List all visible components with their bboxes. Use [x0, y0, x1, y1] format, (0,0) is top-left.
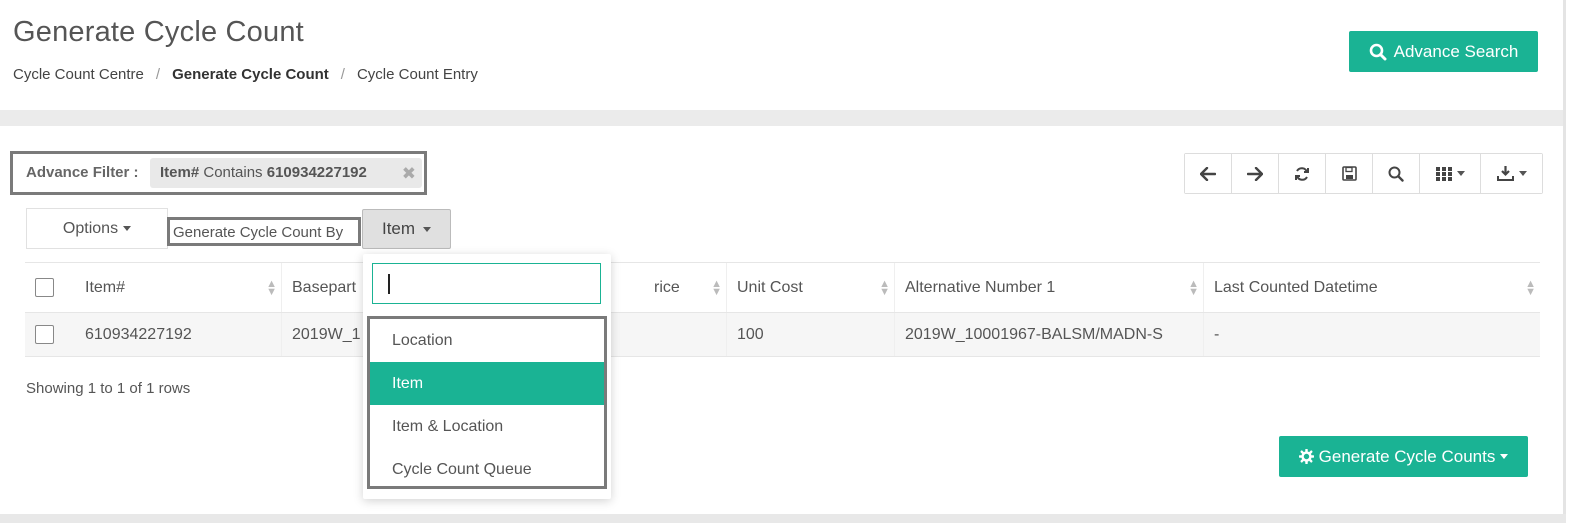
- options-dropdown-button[interactable]: Options: [26, 208, 168, 249]
- refresh-icon[interactable]: [1279, 154, 1326, 193]
- option-location[interactable]: Location: [370, 319, 604, 362]
- advance-filter-label: Advance Filter :: [26, 164, 139, 181]
- column-header-label: Item#: [85, 278, 126, 296]
- chevron-down-icon: [1500, 454, 1509, 459]
- cell-item: 610934227192: [73, 313, 282, 356]
- cycle-count-table: Item# ▲ ▼ Basepart rice ▲ ▼ Unit Cost ▲ ▼ Alte…: [25, 262, 1540, 357]
- generate-by-value: Item: [381, 219, 416, 238]
- row-checkbox[interactable]: [35, 325, 54, 344]
- breadcrumb-separator: /: [340, 66, 345, 83]
- page-header: Generate Cycle Count Cycle Count Centre …: [0, 0, 1566, 110]
- column-header-alternative-number[interactable]: Alternative Number 1 ▲ ▼: [895, 263, 1204, 312]
- arrow-right-icon[interactable]: [1232, 154, 1279, 193]
- dropdown-search-input[interactable]: [373, 264, 600, 303]
- cell-alternative-number: 2019W_10001967-BALSM/MADN-S: [895, 313, 1204, 356]
- chevron-down-icon: [1518, 171, 1527, 176]
- generate-cycle-counts-label: Generate Cycle Counts: [1318, 446, 1496, 466]
- breadcrumb-generate-cycle-count: Generate Cycle Count: [172, 66, 329, 83]
- columns-icon[interactable]: [1420, 154, 1481, 193]
- table-toolbar: [1184, 153, 1543, 194]
- sort-icon: ▲ ▼: [1188, 277, 1199, 298]
- option-cycle-count-queue[interactable]: Cycle Count Queue: [370, 448, 604, 491]
- table-row[interactable]: 610934227192 2019W_1 100 2019W_10001967-…: [25, 313, 1540, 357]
- breadcrumb-separator: /: [155, 66, 161, 83]
- search-icon[interactable]: [1373, 154, 1420, 193]
- column-header-label: Basepart: [292, 278, 357, 296]
- table-header-row: Item# ▲ ▼ Basepart rice ▲ ▼ Unit Cost ▲ ▼ Alte…: [25, 262, 1540, 313]
- column-header-label: Unit Cost: [737, 278, 803, 296]
- header-divider: [0, 110, 1566, 126]
- select-all-checkbox[interactable]: [35, 278, 54, 297]
- dropdown-search: [372, 263, 601, 304]
- sort-icon: ▲ ▼: [1525, 277, 1536, 298]
- scrollbar-track: [1563, 0, 1566, 523]
- advance-search-button[interactable]: Advance Search: [1349, 31, 1538, 72]
- filter-field: Item#: [160, 164, 200, 181]
- breadcrumb: Cycle Count Centre / Generate Cycle Coun…: [13, 66, 478, 83]
- page-bottom-border: [0, 514, 1566, 523]
- row-select-cell: [25, 313, 73, 356]
- sort-icon: ▲ ▼: [266, 277, 277, 298]
- cell-unit-cost: 100: [727, 313, 895, 356]
- filter-chip: Item# Contains 610934227192 ✖: [150, 158, 422, 188]
- gear-icon: [1298, 449, 1314, 464]
- sort-icon: ▲ ▼: [879, 277, 890, 298]
- column-header-item[interactable]: Item# ▲ ▼: [73, 263, 282, 312]
- cell-last-counted: -: [1214, 325, 1220, 343]
- options-label: Options: [62, 219, 119, 237]
- generate-cycle-counts-button[interactable]: Generate Cycle Counts: [1279, 436, 1528, 477]
- sort-icon: ▲ ▼: [711, 277, 722, 298]
- close-icon[interactable]: ✖: [402, 164, 416, 184]
- breadcrumb-cycle-count-centre[interactable]: Cycle Count Centre: [13, 66, 144, 83]
- select-all-cell: [25, 263, 73, 312]
- advance-search-label: Advance Search: [1393, 41, 1519, 61]
- arrow-left-icon[interactable]: [1185, 154, 1232, 193]
- chevron-down-icon: [1456, 171, 1465, 176]
- generate-by-select[interactable]: Item: [362, 209, 451, 249]
- option-item[interactable]: Item: [370, 362, 604, 405]
- breadcrumb-cycle-count-entry[interactable]: Cycle Count Entry: [357, 66, 478, 83]
- advance-filter-bar: Advance Filter : Item# Contains 61093422…: [10, 151, 427, 195]
- dropdown-options-list: Location Item Item & Location Cycle Coun…: [367, 316, 607, 489]
- chevron-down-icon: [423, 226, 432, 232]
- option-item-and-location[interactable]: Item & Location: [370, 405, 604, 448]
- column-header-label: Last Counted Datetime: [1214, 278, 1378, 296]
- page-title: Generate Cycle Count: [13, 16, 304, 48]
- filter-value: 610934227192: [266, 164, 367, 181]
- search-icon: [1369, 43, 1387, 60]
- column-header-last-counted[interactable]: Last Counted Datetime ▲ ▼: [1204, 263, 1540, 312]
- generate-by-dropdown-menu: Location Item Item & Location Cycle Coun…: [363, 254, 611, 499]
- text-cursor: [388, 274, 390, 294]
- column-header-label: rice: [654, 278, 680, 296]
- column-header-label: Alternative Number 1: [905, 278, 1056, 296]
- pagination-info: Showing 1 to 1 of 1 rows: [26, 380, 191, 397]
- download-icon[interactable]: [1481, 154, 1542, 193]
- chevron-down-icon: [123, 226, 132, 231]
- filter-operator: Contains: [203, 164, 263, 181]
- save-icon[interactable]: [1326, 154, 1373, 193]
- column-header-unit-cost[interactable]: Unit Cost ▲ ▼: [727, 263, 895, 312]
- generate-by-label: Generate Cycle Count By: [167, 217, 361, 246]
